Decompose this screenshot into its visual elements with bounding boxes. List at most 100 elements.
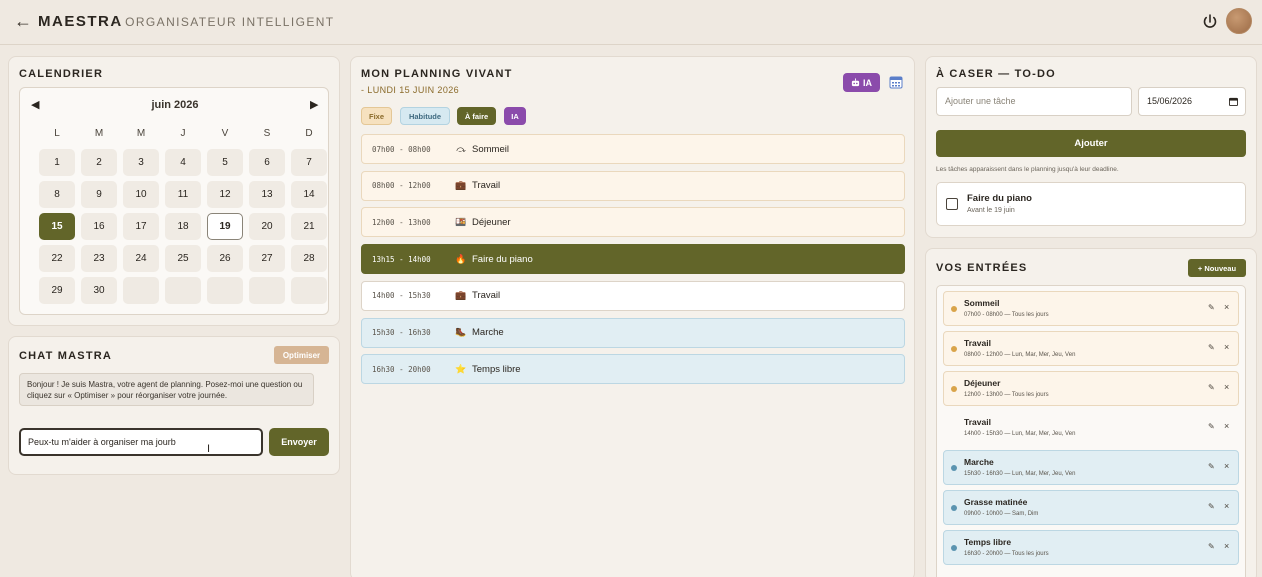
delete-icon[interactable]: × [1224,461,1229,471]
calendar-day[interactable]: 25 [165,245,201,272]
calendar-day[interactable]: 12 [207,181,243,208]
delete-icon[interactable]: × [1224,382,1229,392]
calendar-title: CALENDRIER [19,68,104,80]
slot-time: 13h15 - 14h00 [372,254,431,264]
slot-label: Temps libre [472,363,521,375]
optimize-button[interactable]: Optimiser [274,346,329,364]
entry-item[interactable]: Travail 14h00 - 15h30 — Lun, Mar, Mer, Je… [943,410,1239,445]
chat-title: CHAT MASTRA [19,350,113,362]
calendar-day[interactable]: 19 [207,213,243,240]
slot-time: 12h00 - 13h00 [372,217,431,227]
calendar-day[interactable]: 2 [81,149,117,176]
add-task-button[interactable]: Ajouter [936,130,1246,157]
schedule-slot[interactable]: 12h00 - 13h00 🍱 Déjeuner [361,207,905,238]
schedule-slot[interactable]: 15h30 - 16h30 🥾 Marche [361,317,905,348]
calendar-day[interactable]: 6 [249,149,285,176]
edit-icon[interactable]: ✎ [1208,383,1215,392]
delete-icon[interactable]: × [1224,302,1229,312]
calendar-empty-cell [165,277,201,304]
entry-item[interactable]: Temps libre 16h30 - 20h00 — Tous les jour… [943,529,1239,565]
calendar-day[interactable]: 11 [165,181,201,208]
ia-button[interactable]: IA [843,73,880,92]
calendar-day[interactable]: 13 [249,181,285,208]
weekday-label: M [136,128,146,139]
calendar-day[interactable]: 30 [81,277,117,304]
entry-schedule: 16h30 - 20h00 — Tous les jours [964,550,1049,557]
edit-icon[interactable]: ✎ [1208,502,1215,511]
calendar-day[interactable]: 16 [81,213,117,240]
edit-icon[interactable]: ✎ [1208,462,1215,471]
calendar-day[interactable]: 8 [39,181,75,208]
avatar[interactable] [1226,8,1252,34]
delete-icon[interactable]: × [1224,501,1229,511]
calendar-day[interactable]: 10 [123,181,159,208]
calendar-day[interactable]: 23 [81,245,117,272]
edit-icon[interactable]: ✎ [1208,422,1215,431]
calendar-day[interactable]: 28 [291,245,327,272]
entry-type-dot [951,465,957,472]
slot-icon: ⤼ [456,143,466,154]
send-button[interactable]: Envoyer [269,428,329,456]
calendar-day[interactable]: 5 [207,149,243,176]
calendar-day[interactable]: 9 [81,181,117,208]
calendar-day[interactable]: 21 [291,213,327,240]
schedule-slot[interactable]: 14h00 - 15h30 💼 Travail [361,280,905,311]
calendar-day[interactable]: 15 [39,213,75,240]
delete-icon[interactable]: × [1224,541,1229,551]
slot-label: Travail [472,180,501,192]
delete-icon[interactable]: × [1224,342,1229,352]
calendar-day[interactable]: 29 [39,277,75,304]
entry-title: Temps libre [964,536,1012,547]
calendar-day[interactable]: 1 [39,149,75,176]
edit-icon[interactable]: ✎ [1208,542,1215,551]
power-icon[interactable] [1200,12,1220,32]
delete-icon[interactable]: × [1224,421,1229,431]
entry-type-dot [951,544,957,551]
deadline-date-value: 15/06/2026 [1147,96,1193,106]
calendar-day[interactable]: 18 [165,213,201,240]
ia-button-label: IA [863,77,872,88]
calendar-day[interactable]: 3 [123,149,159,176]
todo-checkbox[interactable] [946,198,958,210]
back-arrow-icon[interactable]: ← [14,11,32,32]
entry-schedule: 07h00 - 08h00 — Tous les jours [964,312,1049,318]
planning-date: - LUNDI 15 JUIN 2026 [361,85,460,95]
next-month-icon[interactable]: ▶ [310,98,318,111]
entry-item[interactable]: Marche 15h30 - 16h30 — Lun, Mar, Mer, Jeu… [943,450,1239,486]
calendar-day[interactable]: 26 [207,245,243,272]
calendar-day[interactable]: 27 [249,245,285,272]
edit-icon[interactable]: ✎ [1208,343,1215,352]
calendar-day[interactable]: 20 [249,213,285,240]
entry-title: Sommeil [964,298,1000,308]
slot-icon: 💼 [455,180,467,191]
schedule-slot[interactable]: 16h30 - 20h00 ⭐ Temps libre [361,354,905,385]
calendar-day[interactable]: 4 [165,149,201,176]
weekday-label: V [221,128,229,139]
todo-item-title: Faire du piano [967,193,1032,204]
calendar-icon[interactable] [889,75,903,89]
calendar-day[interactable]: 14 [291,181,327,208]
edit-icon[interactable]: ✎ [1208,303,1215,312]
calendar-day[interactable]: 24 [123,245,159,272]
slot-label: Travail [472,290,501,302]
entry-item[interactable]: Grasse matinée 09h00 - 10h00 — Sam, Dim ✎ × [943,490,1239,525]
task-input[interactable]: Ajouter une tâche [936,87,1132,116]
calendar-day[interactable]: 22 [39,245,75,272]
entry-item[interactable]: Travail 08h00 - 12h00 — Lun, Mar, Mer, Je… [943,330,1239,366]
entry-schedule: 12h00 - 13h00 — Tous les jours [964,391,1049,398]
legend-tag: À faire [457,107,496,125]
schedule-slot[interactable]: 13h15 - 14h00 🔥 Faire du piano [361,244,905,275]
entry-title: Travail [964,337,991,348]
new-entry-button[interactable]: + Nouveau [1188,259,1246,277]
calendar-day[interactable]: 17 [123,213,159,240]
weekday-label: J [180,128,186,139]
chat-input[interactable]: Peux-tu m'aider à organiser ma jourb [19,428,263,456]
slot-time: 15h30 - 16h30 [372,328,431,337]
calendar-day[interactable]: 7 [291,149,327,176]
schedule-slot[interactable]: 07h00 - 08h00 ⤼ Sommeil [361,134,905,164]
entry-item[interactable]: Déjeuner 12h00 - 13h00 — Tous les jours ✎ × [943,370,1239,406]
date-picker-icon[interactable] [1229,97,1238,106]
schedule-slot[interactable]: 08h00 - 12h00 💼 Travail [361,170,905,201]
deadline-date-input[interactable]: 15/06/2026 [1138,87,1246,116]
entry-item[interactable]: Sommeil 07h00 - 08h00 — Tous les jours ✎ × [943,291,1239,326]
